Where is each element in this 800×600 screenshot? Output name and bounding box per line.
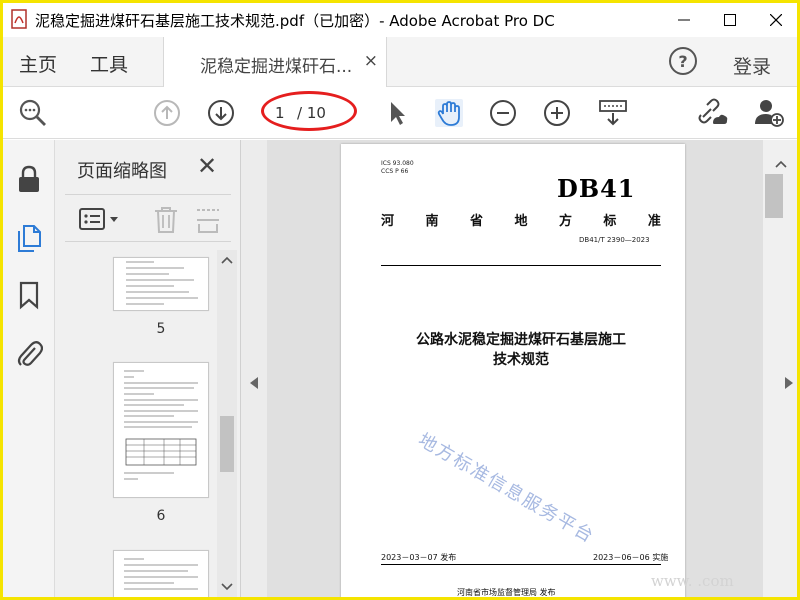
- implementation-date: 2023－06－06 实施: [593, 553, 669, 562]
- extract-page-icon[interactable]: [195, 206, 221, 234]
- province-char: 方: [558, 214, 572, 229]
- thumbnail-scroll-thumb[interactable]: [220, 416, 234, 472]
- province-char: 标: [603, 214, 617, 229]
- standard-number: DB41/T 2390—2023: [579, 236, 650, 244]
- thumbnail-scrollbar[interactable]: [217, 250, 237, 597]
- add-user-icon[interactable]: [753, 97, 785, 129]
- ics-code: ICS 93.080: [381, 160, 414, 167]
- header-divider: [381, 265, 661, 266]
- expand-right-panel-arrow-icon[interactable]: [785, 377, 793, 389]
- platform-watermark: 地方标准信息服务平台: [414, 429, 599, 548]
- footer-divider: [381, 564, 661, 565]
- previous-page-icon[interactable]: [151, 97, 183, 129]
- document-tab[interactable]: 泥稳定掘进煤矸石... ×: [163, 37, 387, 87]
- document-title-line-2: 技术规范: [493, 352, 549, 368]
- close-window-button[interactable]: [753, 3, 797, 37]
- thumbnail-options-icon[interactable]: [79, 208, 121, 230]
- tools-tab[interactable]: 工具: [90, 50, 128, 77]
- province-char: 南: [425, 214, 439, 229]
- scroll-down-arrow-icon[interactable]: [221, 583, 233, 591]
- menu-bar: 主页 工具 泥稳定掘进煤矸石... × ? 登录: [3, 37, 797, 87]
- zoom-out-icon[interactable]: [487, 97, 519, 129]
- bookmark-icon[interactable]: [15, 280, 43, 310]
- delete-page-icon[interactable]: [153, 206, 179, 234]
- document-scroll-thumb[interactable]: [765, 174, 783, 218]
- hand-tool-icon[interactable]: [433, 97, 465, 129]
- page-thumbnail-7[interactable]: [113, 550, 209, 597]
- minimize-icon: [678, 19, 690, 21]
- maximize-icon: [724, 14, 736, 26]
- login-button[interactable]: 登录: [733, 52, 771, 79]
- document-tab-close-button[interactable]: ×: [364, 51, 378, 71]
- province-char: 省: [469, 214, 483, 229]
- select-tool-icon[interactable]: [381, 97, 413, 129]
- province-char: 河: [381, 214, 395, 229]
- issuing-authority: 河南省市场监督管理局 发布: [457, 588, 556, 597]
- page-thumbnail-5[interactable]: [113, 257, 209, 311]
- pdf-page: ICS 93.080 CCS P 66 DB41 河 南 省 地 方 标 准 D…: [341, 144, 685, 597]
- maximize-button[interactable]: [707, 3, 753, 37]
- province-char: 准: [647, 214, 661, 229]
- left-navigation-rail: [3, 140, 55, 597]
- panel-close-button[interactable]: ✕: [197, 152, 217, 180]
- page-thumbnail-6[interactable]: [113, 362, 209, 498]
- document-title-line-1: 公路水泥稳定掘进煤矸石基层施工: [416, 332, 626, 348]
- thumbnail-page-number: 6: [156, 508, 166, 524]
- next-page-icon[interactable]: [205, 97, 237, 129]
- share-link-icon[interactable]: [697, 97, 729, 129]
- attachment-icon[interactable]: [15, 338, 43, 368]
- zoom-in-icon[interactable]: [541, 97, 573, 129]
- find-text-icon[interactable]: [17, 97, 49, 129]
- acrobat-window: 泥稳定掘进煤矸石基层施工技术规范.pdf（已加密）- Adobe Acrobat…: [3, 3, 797, 597]
- home-tab[interactable]: 主页: [19, 50, 57, 77]
- page-thumbnails-panel: 页面缩略图 ✕ 5 6: [55, 140, 241, 597]
- highlight-ellipse-annotation: [261, 91, 357, 131]
- doc-scroll-up-arrow-icon[interactable]: [775, 160, 787, 168]
- document-tab-label: 泥稳定掘进煤矸石...: [200, 57, 353, 77]
- thumbnail-page-content: [124, 370, 198, 480]
- province-char: 地: [514, 214, 528, 229]
- thumbnail-page-content: [124, 558, 198, 590]
- pages-icon[interactable]: [15, 223, 43, 253]
- panel-title: 页面缩略图: [77, 161, 167, 182]
- close-icon: [770, 14, 782, 26]
- keyboard-scroll-icon[interactable]: [597, 97, 629, 129]
- pdf-file-icon: [11, 9, 27, 29]
- ccs-code: CCS P 66: [381, 168, 409, 175]
- title-bar: 泥稳定掘进煤矸石基层施工技术规范.pdf（已加密）- Adobe Acrobat…: [3, 3, 797, 37]
- panel-splitter[interactable]: [241, 140, 267, 597]
- help-button[interactable]: ?: [669, 47, 697, 75]
- thumbnail-page-number: 5: [156, 321, 166, 337]
- province-standard-heading: 河 南 省 地 方 标 准: [381, 210, 661, 229]
- document-view[interactable]: ICS 93.080 CCS P 66 DB41 河 南 省 地 方 标 准 D…: [241, 140, 797, 597]
- document-title: 公路水泥稳定掘进煤矸石基层施工 技术规范: [361, 330, 681, 370]
- collapse-panel-arrow-icon[interactable]: [250, 377, 258, 389]
- toolbar: 1 / 10: [3, 87, 797, 139]
- window-title: 泥稳定掘进煤矸石基层施工技术规范.pdf（已加密）- Adobe Acrobat…: [35, 12, 555, 30]
- minimize-button[interactable]: [661, 3, 707, 37]
- document-scrollbar[interactable]: [763, 140, 797, 597]
- release-date: 2023－03－07 发布: [381, 553, 457, 562]
- scroll-up-arrow-icon[interactable]: [221, 256, 233, 264]
- db-code: DB41: [557, 174, 636, 203]
- lock-icon[interactable]: [15, 164, 43, 194]
- thumbnail-page-content: [126, 261, 198, 305]
- panel-toolbar: [65, 194, 231, 242]
- site-watermark: www. .com: [651, 572, 734, 590]
